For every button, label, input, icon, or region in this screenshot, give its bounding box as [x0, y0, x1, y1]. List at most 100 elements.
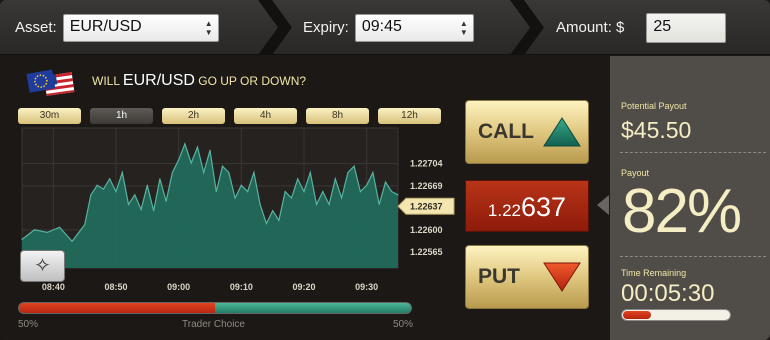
price-point — [278, 219, 280, 221]
price-point — [109, 178, 111, 180]
price-point — [171, 171, 173, 174]
x-tick-label: 08:40 — [42, 282, 65, 292]
potential-payout-label: Potential Payout — [621, 101, 687, 111]
price-point — [115, 191, 117, 193]
price-point — [228, 171, 230, 174]
price-point — [353, 165, 355, 167]
amount-group: Amount: $ 25 — [556, 0, 727, 55]
price-point — [322, 191, 324, 193]
asset-group: Asset: EUR/USD ▲ ▼ — [15, 0, 219, 55]
select-arrows-icon: ▲ ▼ — [204, 18, 213, 37]
timeframe-tab-30m[interactable]: 30m — [18, 108, 81, 124]
price-point — [84, 224, 86, 226]
price-point — [184, 143, 186, 145]
arrow-down-icon — [543, 262, 581, 292]
price-point — [372, 171, 374, 174]
y-tick-label: 1.22704 — [410, 159, 443, 169]
select-arrows-icon: ▲ ▼ — [459, 18, 468, 37]
x-tick-label: 09:30 — [355, 282, 378, 292]
price-point — [33, 229, 36, 231]
price-point — [71, 240, 73, 242]
price-point — [347, 171, 349, 174]
current-price-tag-label: 1.22637 — [410, 201, 443, 211]
price-point — [121, 171, 123, 174]
amount-input[interactable]: 25 — [646, 12, 727, 43]
price-point — [140, 208, 142, 211]
price-point — [21, 238, 23, 240]
price-point — [397, 194, 399, 196]
price-point — [391, 191, 393, 193]
price-point — [215, 191, 217, 193]
price-point — [234, 197, 236, 199]
price-point — [102, 188, 105, 190]
price-point — [127, 203, 130, 205]
price-point — [59, 226, 61, 228]
price-point — [146, 184, 148, 186]
price-point — [366, 184, 368, 186]
price-point — [209, 149, 211, 151]
time-remaining-fill — [623, 311, 652, 319]
price-point — [159, 178, 161, 180]
x-tick-label: 09:20 — [292, 282, 315, 292]
put-button-label: PUT — [478, 265, 520, 288]
payout-panel: Potential Payout $45.50 Payout 82% Time … — [610, 56, 770, 340]
price-prefix: 1.22 — [487, 201, 522, 220]
magic-wand-icon[interactable]: ✧ — [20, 250, 65, 282]
question-text: WILL EUR/USD GO UP OR DOWN? — [92, 72, 306, 90]
chevron-divider-icon — [258, 0, 292, 55]
price-point — [334, 178, 336, 180]
amount-input-value: 25 — [653, 17, 672, 35]
arrow-up-icon — [543, 117, 581, 147]
expiry-label: Expiry: — [303, 19, 349, 36]
price-point — [96, 184, 98, 186]
y-tick-label: 1.22669 — [410, 181, 443, 191]
price-point — [153, 210, 155, 212]
price-point — [303, 191, 305, 193]
divider — [620, 152, 766, 153]
price-point — [203, 171, 205, 174]
question-pair: EUR/USD — [122, 72, 195, 89]
timeframe-tab-4h[interactable]: 4h — [234, 108, 297, 124]
expiry-select[interactable]: 09:45 ▲ ▼ — [354, 13, 474, 42]
price-point — [309, 171, 311, 174]
price-point — [46, 231, 48, 233]
price-point — [284, 191, 286, 193]
time-remaining-bar — [621, 309, 731, 321]
price-point — [134, 194, 136, 196]
sentiment-call-fill — [215, 303, 411, 313]
price-point — [196, 146, 199, 148]
price-point — [247, 191, 249, 193]
price-point — [265, 222, 267, 225]
expiry-select-value: 09:45 — [361, 17, 402, 35]
sentiment-center-label: Trader Choice — [182, 319, 245, 330]
sentiment-bar — [18, 302, 412, 314]
asset-select-value: EUR/USD — [69, 17, 142, 35]
put-button[interactable]: PUT — [465, 245, 589, 309]
price-point — [259, 203, 261, 205]
price-chart: 08:40 08:50 09:00 09:10 09:20 09:30 1.22704 1.2… — [21, 127, 455, 292]
timeframe-tab-12h[interactable]: 12h — [378, 108, 441, 124]
price-point — [290, 197, 293, 199]
expiry-group: Expiry: 09:45 ▲ ▼ — [303, 0, 474, 55]
price-point — [221, 165, 224, 167]
eu-us-flag-icon — [26, 69, 75, 96]
price-point — [178, 159, 180, 161]
timeframe-tab-2h[interactable]: 2h — [162, 108, 225, 124]
price-point — [384, 181, 387, 183]
price-point — [297, 178, 299, 180]
price-pointer-icon — [597, 195, 609, 215]
y-tick-label: 1.22565 — [410, 247, 443, 257]
timeframe-tab-8h[interactable]: 8h — [306, 108, 369, 124]
timeframe-tab-1h[interactable]: 1h — [90, 108, 153, 124]
call-button[interactable]: CALL — [465, 100, 589, 164]
price-point — [315, 203, 318, 205]
call-button-label: CALL — [478, 120, 534, 143]
price-point — [90, 194, 92, 196]
price-point — [359, 191, 361, 193]
chevron-divider-icon — [510, 0, 544, 55]
price-point — [253, 171, 255, 174]
asset-select[interactable]: EUR/USD ▲ ▼ — [62, 13, 219, 42]
divider — [620, 256, 766, 257]
time-remaining-label: Time Remaining — [621, 268, 687, 278]
time-remaining-value: 00:05:30 — [621, 280, 715, 307]
